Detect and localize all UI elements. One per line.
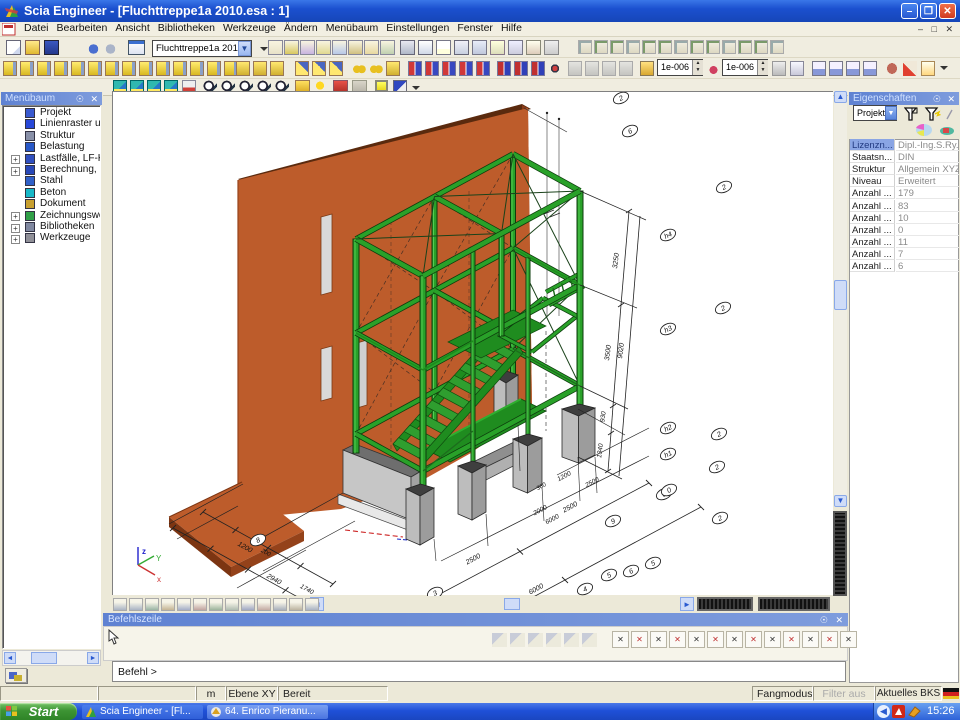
- svg-text:2500: 2500: [583, 476, 600, 490]
- svg-text:2000: 2000: [531, 504, 548, 518]
- svg-text:1200: 1200: [556, 470, 572, 483]
- svg-text:2500: 2500: [561, 501, 579, 515]
- svg-text:9020: 9020: [617, 343, 626, 359]
- svg-text:3250: 3250: [612, 253, 621, 269]
- svg-text:z: z: [142, 547, 146, 556]
- svg-text:Y: Y: [156, 554, 162, 563]
- svg-text:2940: 2940: [264, 572, 282, 586]
- svg-text:1740: 1740: [299, 583, 315, 596]
- svg-text:2500: 2500: [464, 553, 482, 567]
- svg-text:930: 930: [599, 411, 607, 423]
- svg-text:1340: 1340: [596, 443, 605, 459]
- svg-text:x: x: [157, 575, 161, 584]
- svg-text:3500: 3500: [604, 345, 613, 361]
- svg-text:6000: 6000: [528, 583, 545, 596]
- svg-text:6000: 6000: [544, 513, 560, 526]
